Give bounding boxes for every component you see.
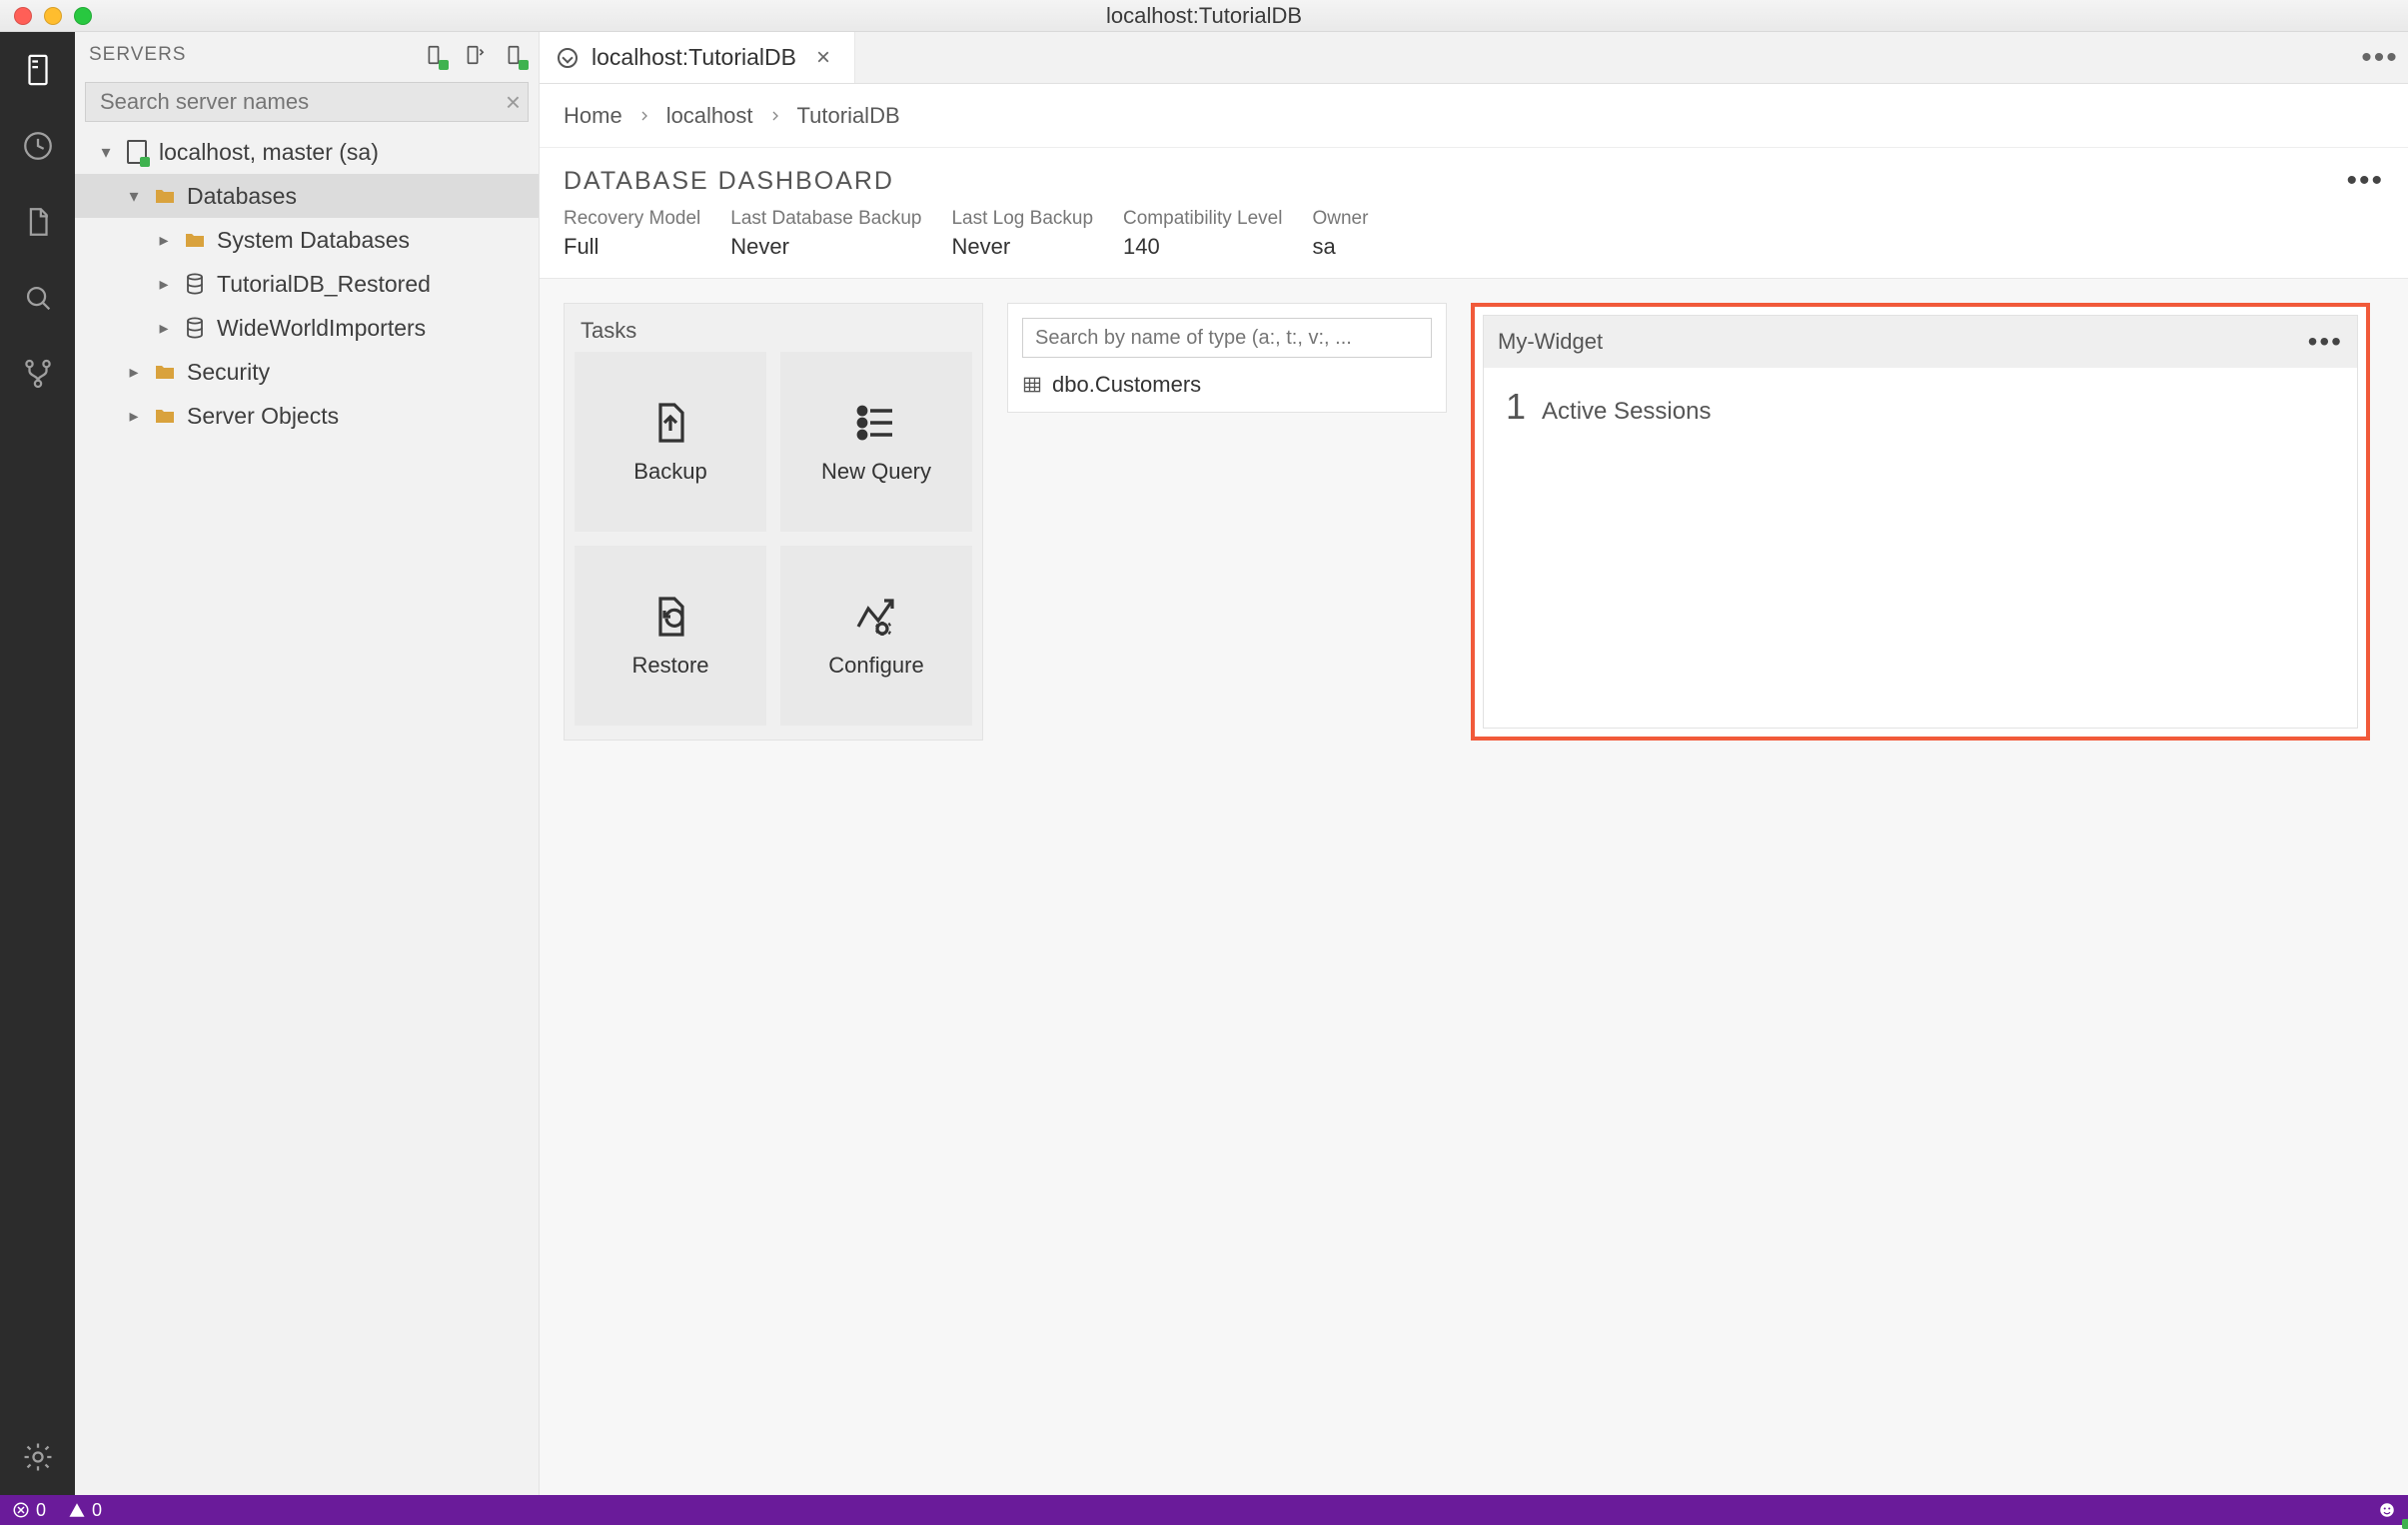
window-close[interactable] bbox=[14, 7, 32, 25]
connections-icon[interactable] bbox=[503, 44, 525, 66]
server-tree: ▾ localhost, master (sa) ▾ Databases ▸ bbox=[75, 130, 539, 1495]
object-search-input[interactable] bbox=[1022, 318, 1432, 358]
tasks-title: Tasks bbox=[575, 304, 972, 352]
mywidget-metric: 1 Active Sessions bbox=[1506, 386, 2335, 428]
chevron-right-icon bbox=[636, 108, 652, 124]
tabbar-overflow[interactable]: ••• bbox=[2352, 32, 2408, 83]
tab-dashboard[interactable]: localhost:TutorialDB × bbox=[540, 32, 855, 83]
database-icon bbox=[183, 316, 207, 340]
configure-icon bbox=[852, 593, 900, 641]
folder-icon bbox=[183, 228, 207, 252]
tree-server-objects-node[interactable]: ▸ Server Objects bbox=[75, 394, 539, 438]
activity-bar bbox=[0, 32, 75, 1495]
task-new-query[interactable]: New Query bbox=[780, 352, 972, 532]
titlebar: localhost:TutorialDB bbox=[0, 0, 2408, 32]
dashboard-title: DATABASE DASHBOARD bbox=[564, 167, 2346, 196]
activity-search-icon[interactable] bbox=[20, 280, 56, 316]
activity-settings-icon[interactable] bbox=[20, 1439, 56, 1475]
status-bar: 0 0 bbox=[0, 1495, 2408, 1525]
new-query-icon bbox=[852, 399, 900, 447]
tab-close-icon[interactable]: × bbox=[810, 44, 836, 72]
dashboard-icon bbox=[558, 48, 578, 68]
tasks-widget: Tasks Backup New Query Restore bbox=[564, 303, 983, 741]
folder-icon bbox=[153, 184, 177, 208]
status-errors[interactable]: 0 bbox=[12, 1500, 46, 1521]
sidebar-title: SERVERS bbox=[89, 44, 423, 66]
task-backup[interactable]: Backup bbox=[575, 352, 766, 532]
meta-recovery-model: Recovery Model Full bbox=[564, 208, 700, 260]
new-group-icon[interactable] bbox=[463, 44, 485, 66]
servers-sidebar: SERVERS × bbox=[75, 32, 540, 1495]
meta-compat-level: Compatibility Level 140 bbox=[1123, 208, 1282, 260]
crumb-home[interactable]: Home bbox=[564, 103, 622, 129]
mywidget-title: My-Widget bbox=[1498, 329, 2308, 355]
new-connection-icon[interactable] bbox=[423, 44, 445, 66]
status-warnings[interactable]: 0 bbox=[68, 1500, 102, 1521]
my-widget-highlight: My-Widget ••• 1 Active Sessions bbox=[1471, 303, 2370, 741]
folder-icon bbox=[153, 360, 177, 384]
tree-db-restored-node[interactable]: ▸ TutorialDB_Restored bbox=[75, 262, 539, 306]
chevron-right-icon bbox=[767, 108, 783, 124]
meta-owner: Owner sa bbox=[1312, 208, 1368, 260]
server-icon bbox=[127, 140, 147, 164]
meta-last-log-backup: Last Log Backup Never bbox=[951, 208, 1093, 260]
restore-icon bbox=[646, 593, 694, 641]
activity-servers-icon[interactable] bbox=[20, 52, 56, 88]
activity-history-icon[interactable] bbox=[20, 128, 56, 164]
database-icon bbox=[183, 272, 207, 296]
table-icon bbox=[1022, 375, 1042, 395]
window-maximize[interactable] bbox=[74, 7, 92, 25]
crumb-db[interactable]: TutorialDB bbox=[797, 103, 900, 129]
clear-search-icon[interactable]: × bbox=[506, 89, 521, 115]
meta-last-db-backup: Last Database Backup Never bbox=[730, 208, 921, 260]
window-title: localhost:TutorialDB bbox=[0, 3, 2408, 29]
server-search-input[interactable] bbox=[85, 82, 529, 122]
tree-server-node[interactable]: ▾ localhost, master (sa) bbox=[75, 130, 539, 174]
task-restore[interactable]: Restore bbox=[575, 546, 766, 726]
window-minimize[interactable] bbox=[44, 7, 62, 25]
backup-icon bbox=[646, 399, 694, 447]
tab-bar: localhost:TutorialDB × ••• bbox=[540, 32, 2408, 84]
activity-sourcecontrol-icon[interactable] bbox=[20, 356, 56, 392]
search-result[interactable]: dbo.Customers bbox=[1022, 372, 1432, 398]
folder-icon bbox=[153, 404, 177, 428]
tree-db-wwi-node[interactable]: ▸ WideWorldImporters bbox=[75, 306, 539, 350]
mywidget-actions[interactable]: ••• bbox=[2308, 326, 2343, 358]
tree-databases-node[interactable]: ▾ Databases bbox=[75, 174, 539, 218]
task-configure[interactable]: Configure bbox=[780, 546, 972, 726]
tree-security-node[interactable]: ▸ Security bbox=[75, 350, 539, 394]
tree-system-databases-node[interactable]: ▸ System Databases bbox=[75, 218, 539, 262]
dashboard-actions[interactable]: ••• bbox=[2346, 164, 2384, 198]
status-feedback-icon[interactable] bbox=[2378, 1501, 2396, 1519]
breadcrumbs: Home localhost TutorialDB bbox=[540, 84, 2408, 148]
object-search-widget: dbo.Customers bbox=[1007, 303, 1447, 413]
activity-file-icon[interactable] bbox=[20, 204, 56, 240]
crumb-server[interactable]: localhost bbox=[666, 103, 753, 129]
